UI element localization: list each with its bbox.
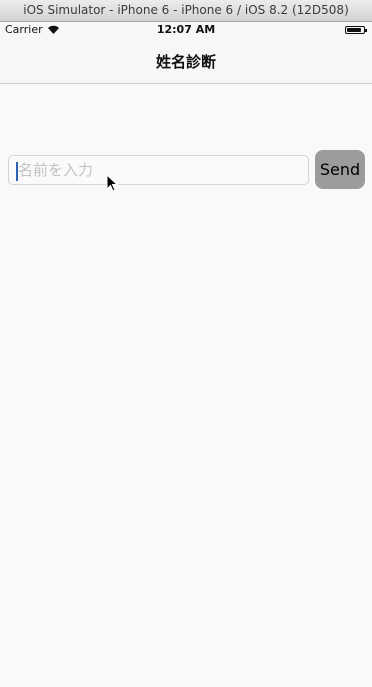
status-bar: Carrier 12:07 AM bbox=[0, 22, 372, 39]
main-content: Send bbox=[0, 85, 372, 687]
status-time: 12:07 AM bbox=[156, 23, 216, 36]
name-field[interactable] bbox=[8, 155, 309, 185]
battery-icon bbox=[345, 26, 367, 34]
name-input[interactable] bbox=[9, 156, 308, 184]
send-button[interactable]: Send bbox=[315, 150, 365, 189]
simulator-title: iOS Simulator - iPhone 6 - iPhone 6 / iO… bbox=[0, 0, 372, 22]
text-caret bbox=[16, 162, 18, 181]
mouse-pointer-icon bbox=[106, 174, 118, 192]
navigation-bar: 姓名診断 bbox=[0, 39, 372, 84]
page-title: 姓名診断 bbox=[155, 53, 216, 71]
